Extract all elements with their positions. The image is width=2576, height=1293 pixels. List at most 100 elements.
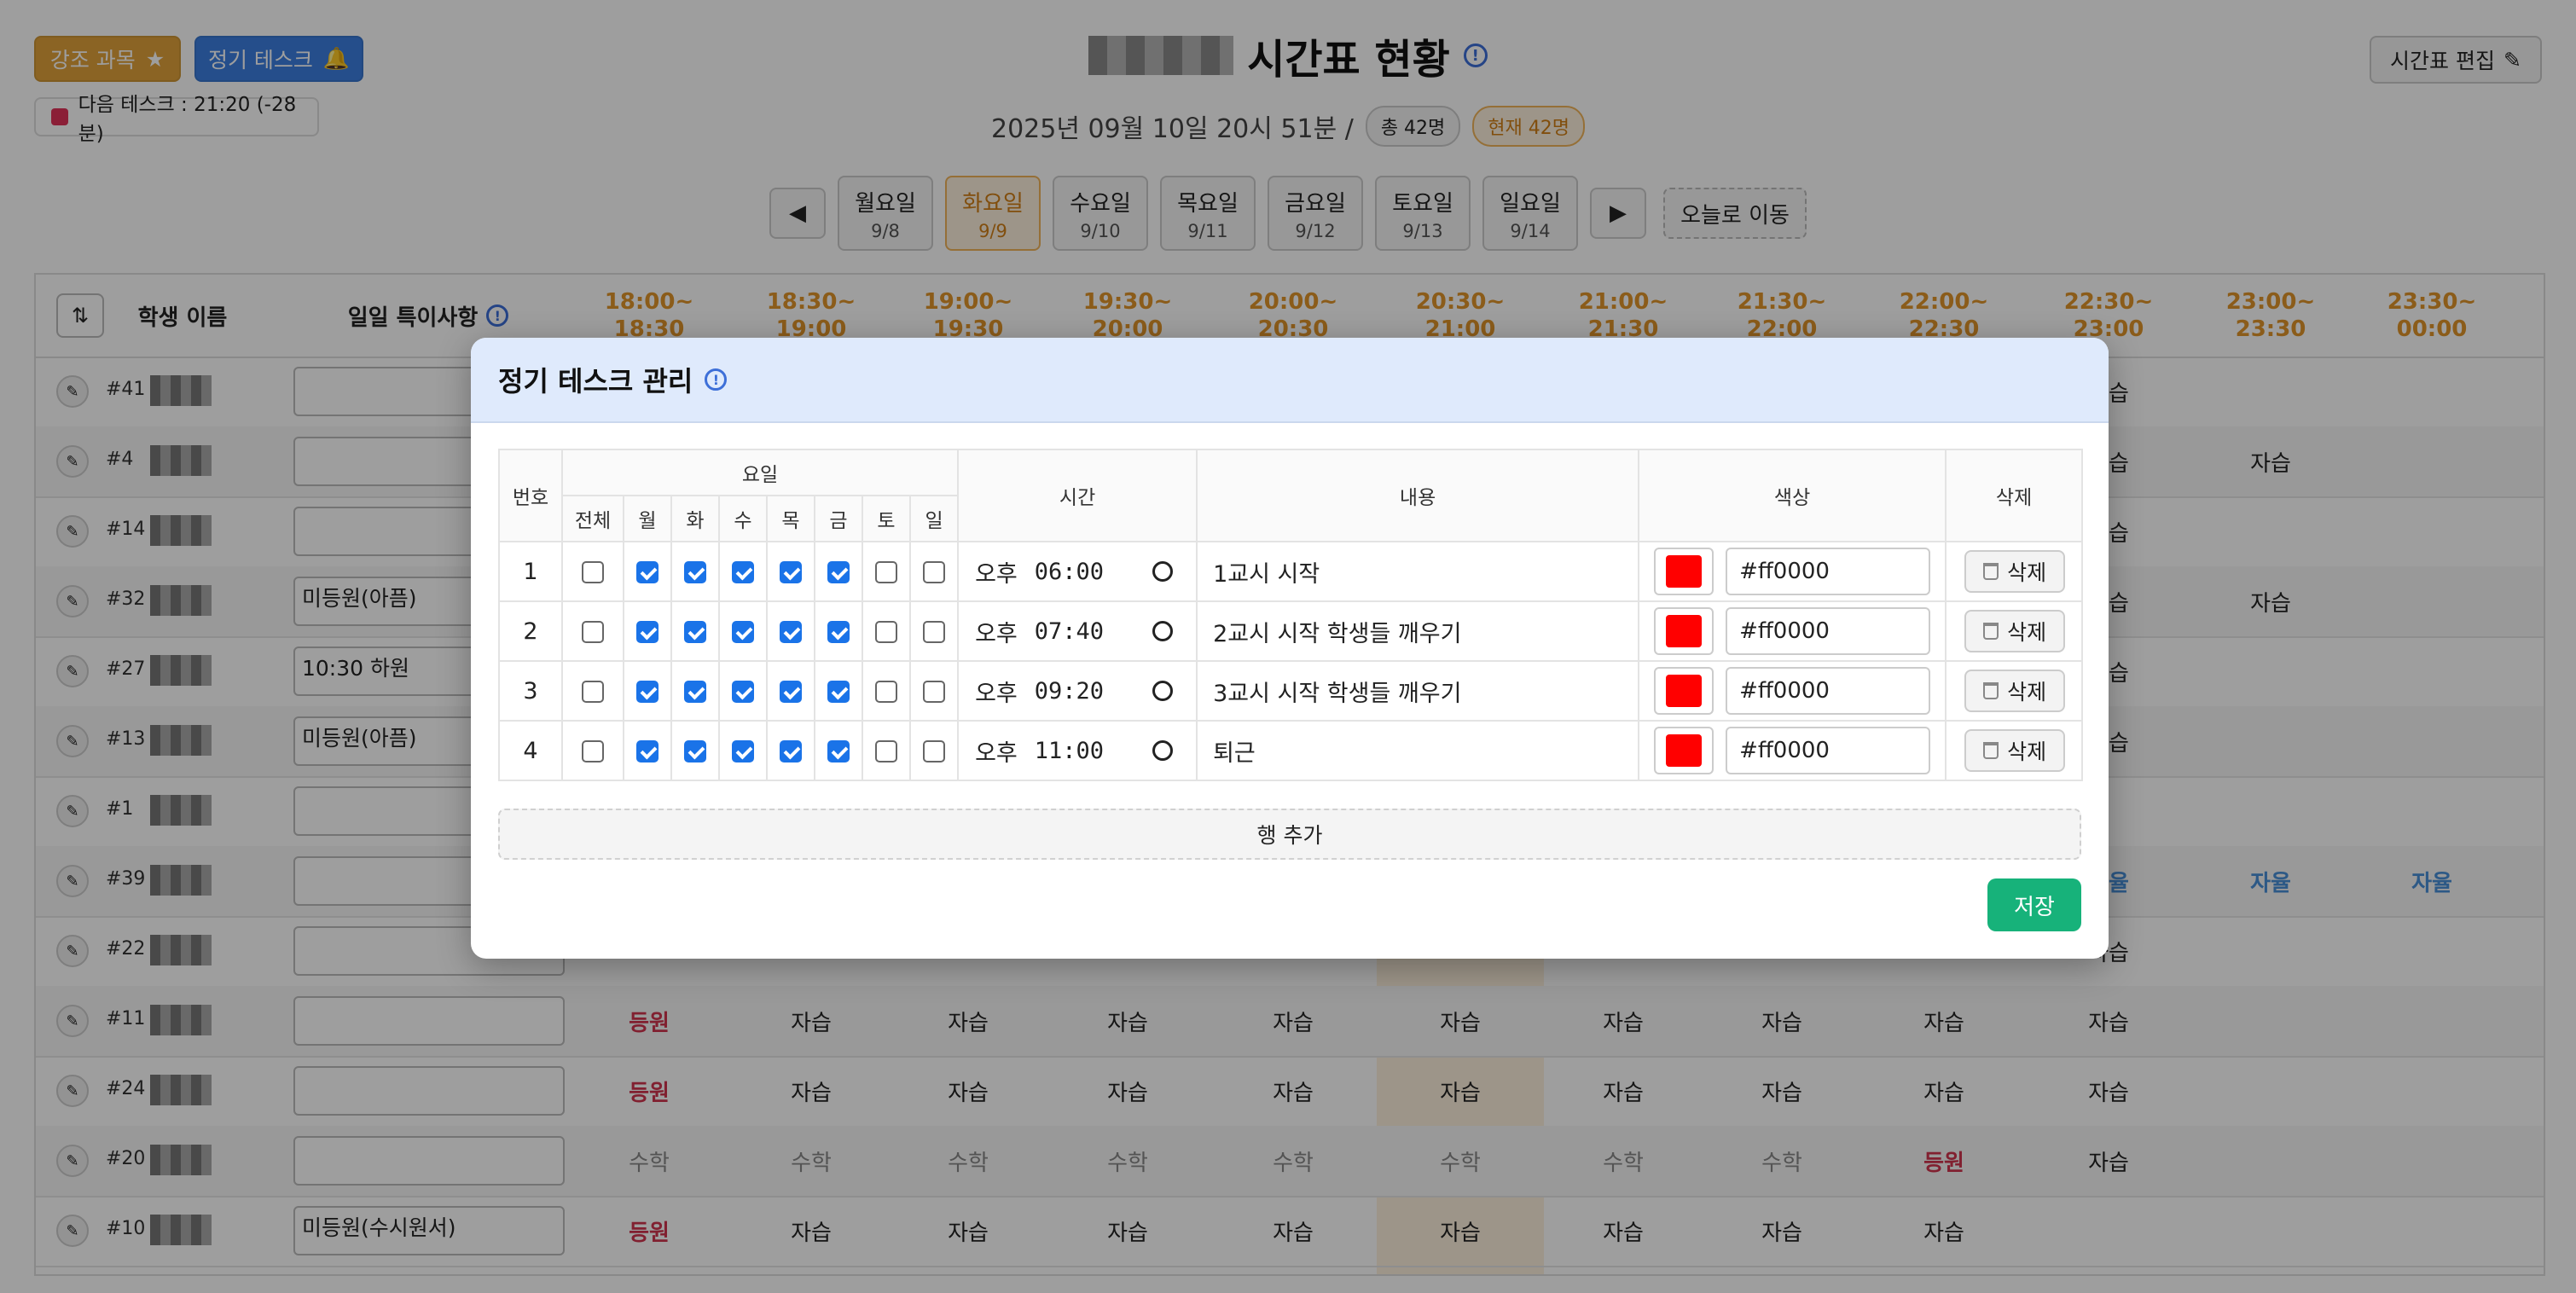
day-checkbox[interactable]: [684, 740, 706, 762]
day-checkbox-cell: [908, 660, 960, 722]
task-number: 2: [498, 600, 563, 662]
day-checkbox[interactable]: [684, 621, 706, 643]
add-row-button[interactable]: 행 추가: [498, 809, 2081, 860]
day-checkbox-cell: [561, 600, 624, 662]
day-checkbox[interactable]: [827, 621, 850, 643]
content-input[interactable]: 퇴근: [1196, 720, 1640, 781]
day-header: 화: [670, 495, 720, 542]
col-content-header: 내용: [1196, 449, 1640, 542]
day-header: 수: [718, 495, 768, 542]
day-checkbox-cell: [718, 541, 768, 602]
time-input[interactable]: 오후 09:20: [957, 660, 1198, 722]
color-picker[interactable]: [1654, 667, 1714, 715]
time-input[interactable]: 오후 07:40: [957, 600, 1198, 662]
day-checkbox[interactable]: [875, 561, 897, 583]
modal-title: 정기 테스크 관리: [498, 365, 693, 397]
day-checkbox[interactable]: [636, 681, 659, 703]
day-header: 금: [814, 495, 863, 542]
content-input[interactable]: 2교시 시작 학생들 깨우기: [1196, 600, 1640, 662]
day-checkbox[interactable]: [780, 621, 802, 643]
color-swatch: [1666, 675, 1703, 707]
trash-icon: [1983, 742, 1999, 759]
col-days-header: 요일: [560, 449, 960, 496]
day-checkbox[interactable]: [827, 561, 850, 583]
day-checkbox[interactable]: [875, 681, 897, 703]
day-checkbox-cell: [670, 600, 720, 662]
color-hex-input[interactable]: #ff0000: [1726, 667, 1931, 715]
info-icon[interactable]: !: [705, 368, 728, 391]
day-checkbox[interactable]: [827, 681, 850, 703]
day-checkbox[interactable]: [732, 681, 754, 703]
day-checkbox[interactable]: [582, 681, 604, 703]
delete-button[interactable]: 삭제: [1964, 550, 2066, 593]
color-hex-input[interactable]: #ff0000: [1726, 727, 1931, 774]
color-picker[interactable]: [1654, 607, 1714, 655]
clock-icon[interactable]: [1152, 621, 1174, 641]
color-hex-input[interactable]: #ff0000: [1726, 607, 1931, 655]
day-checkbox-cell: [862, 541, 911, 602]
day-checkbox[interactable]: [923, 740, 946, 762]
delete-label: 삭제: [2007, 560, 2047, 585]
day-checkbox[interactable]: [827, 740, 850, 762]
day-checkbox[interactable]: [780, 740, 802, 762]
recurring-task-modal: 정기 테스크 관리 ! 번호 요일 시간 내용 색상 삭제 전체 월 화 수 목…: [471, 338, 2109, 959]
color-field: #ff0000: [1640, 607, 1944, 655]
task-number: 4: [498, 720, 563, 781]
day-checkbox[interactable]: [684, 561, 706, 583]
day-checkbox-cell: [908, 720, 960, 781]
day-checkbox-cell: [623, 660, 672, 722]
time-value: 11:00: [1034, 737, 1105, 764]
color-swatch: [1666, 555, 1703, 588]
day-checkbox-cell: [766, 660, 815, 722]
color-picker[interactable]: [1654, 548, 1714, 595]
day-checkbox[interactable]: [923, 561, 946, 583]
time-input[interactable]: 오후 06:00: [957, 541, 1198, 602]
save-button[interactable]: 저장: [1987, 878, 2081, 931]
time-field: 오후 09:20: [960, 675, 1195, 708]
color-hex-input[interactable]: #ff0000: [1726, 548, 1931, 595]
day-checkbox[interactable]: [636, 621, 659, 643]
day-checkbox[interactable]: [582, 561, 604, 583]
day-checkbox[interactable]: [780, 561, 802, 583]
delete-label: 삭제: [2007, 620, 2047, 645]
day-checkbox[interactable]: [582, 621, 604, 643]
clock-icon[interactable]: [1152, 681, 1174, 701]
col-time-header: 시간: [957, 449, 1198, 542]
day-checkbox[interactable]: [636, 740, 659, 762]
color-cell: #ff0000: [1638, 541, 1947, 602]
day-checkbox[interactable]: [875, 621, 897, 643]
day-checkbox-cell: [814, 600, 863, 662]
day-checkbox[interactable]: [684, 681, 706, 703]
delete-button[interactable]: 삭제: [1964, 670, 2066, 712]
day-checkbox-cell: [718, 660, 768, 722]
delete-button[interactable]: 삭제: [1964, 610, 2066, 652]
delete-button[interactable]: 삭제: [1964, 729, 2066, 772]
timetable-page: 강조 과목 ★ 정기 테스크 🔔 다음 테스크 : 21:20 (-28분) 시…: [0, 0, 2576, 1293]
content-input[interactable]: 3교시 시작 학생들 깨우기: [1196, 660, 1640, 722]
content-input[interactable]: 1교시 시작: [1196, 541, 1640, 602]
day-header: 목: [766, 495, 815, 542]
day-checkbox-cell: [561, 660, 624, 722]
day-checkbox[interactable]: [636, 561, 659, 583]
clock-icon[interactable]: [1152, 561, 1174, 582]
day-checkbox[interactable]: [582, 740, 604, 762]
day-checkbox[interactable]: [732, 621, 754, 643]
day-checkbox[interactable]: [780, 681, 802, 703]
time-input[interactable]: 오후 11:00: [957, 720, 1198, 781]
day-checkbox[interactable]: [875, 740, 897, 762]
color-cell: #ff0000: [1638, 660, 1947, 722]
day-checkbox[interactable]: [923, 621, 946, 643]
task-row: 2 오후 07:40 2교시 시작 학생들 깨우기 #ff0000 삭제: [498, 600, 2084, 662]
day-checkbox[interactable]: [732, 561, 754, 583]
modal-header: 정기 테스크 관리 !: [471, 338, 2109, 423]
color-picker[interactable]: [1654, 727, 1714, 774]
day-checkbox[interactable]: [732, 740, 754, 762]
day-checkbox-cell: [766, 600, 815, 662]
delete-cell: 삭제: [1945, 541, 2084, 602]
day-checkbox[interactable]: [923, 681, 946, 703]
day-header: 일: [908, 495, 960, 542]
delete-cell: 삭제: [1945, 600, 2084, 662]
clock-icon[interactable]: [1152, 740, 1174, 761]
day-header: 토: [862, 495, 911, 542]
day-checkbox-cell: [766, 720, 815, 781]
